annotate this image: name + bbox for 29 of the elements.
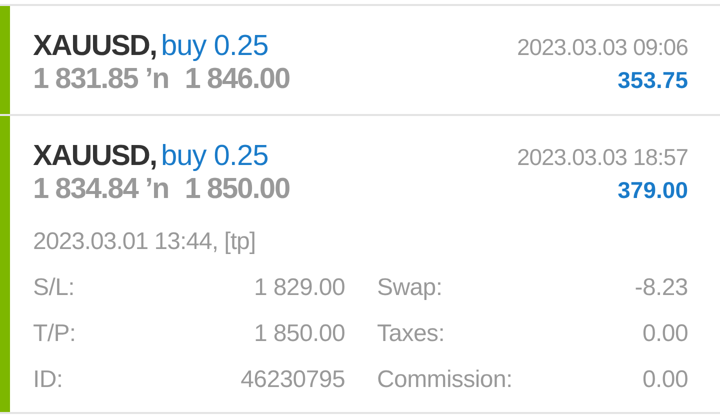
detail-label: Commission: [376,366,514,394]
detail-value: 1 829.00 [252,274,345,302]
order-type: buy 0.25 [160,140,268,172]
order-type: buy 0.25 [160,30,268,62]
open-price: 1 831.85 [33,63,138,95]
detail-label: Swap: [376,274,444,302]
detail-label: S/L: [33,274,76,302]
open-time: 2023.03.01 13:44, [tp] [33,228,257,256]
detail-label: T/P: [33,320,77,348]
detail-value: 0.00 [641,366,688,394]
detail-label: Taxes: [376,320,446,348]
position-row[interactable]: XAUUSD,buy 0.25 2023.03.03 09:06 1 831.85 ʼn 1 846.00 353.75 [0,6,720,116]
close-time: 2023.03.03 18:57 [516,144,688,171]
symbol: XAUUSD, [33,30,157,62]
detail-label: ID: [33,366,64,394]
symbol: XAUUSD, [33,140,157,172]
detail-value: 46230795 [240,366,345,394]
close-price: 1 846.00 [184,63,290,95]
profit: 379.00 [618,177,688,204]
open-price: 1 834.84 [33,173,138,205]
close-price: 1 850.00 [184,173,290,205]
arrow-glyph: ʼn [144,63,169,95]
close-time: 2023.03.03 09:06 [516,34,688,61]
detail-value: 0.00 [641,320,688,348]
profit: 353.75 [618,67,688,94]
detail-value: 1 850.00 [252,320,345,348]
arrow-glyph: ʼn [144,173,169,205]
position-row[interactable]: XAUUSD,buy 0.25 2023.03.03 18:57 1 834.84 ʼn 1 850.00 379.00 2023.03.01 13:44, [tp] S/L: 1 829.00 Swap: -8.23 T/P: 1 850.00 Taxes: 0.00 ID: 46230795 Commission: 0.00 [0,116,720,414]
detail-value: -8.23 [634,274,688,302]
